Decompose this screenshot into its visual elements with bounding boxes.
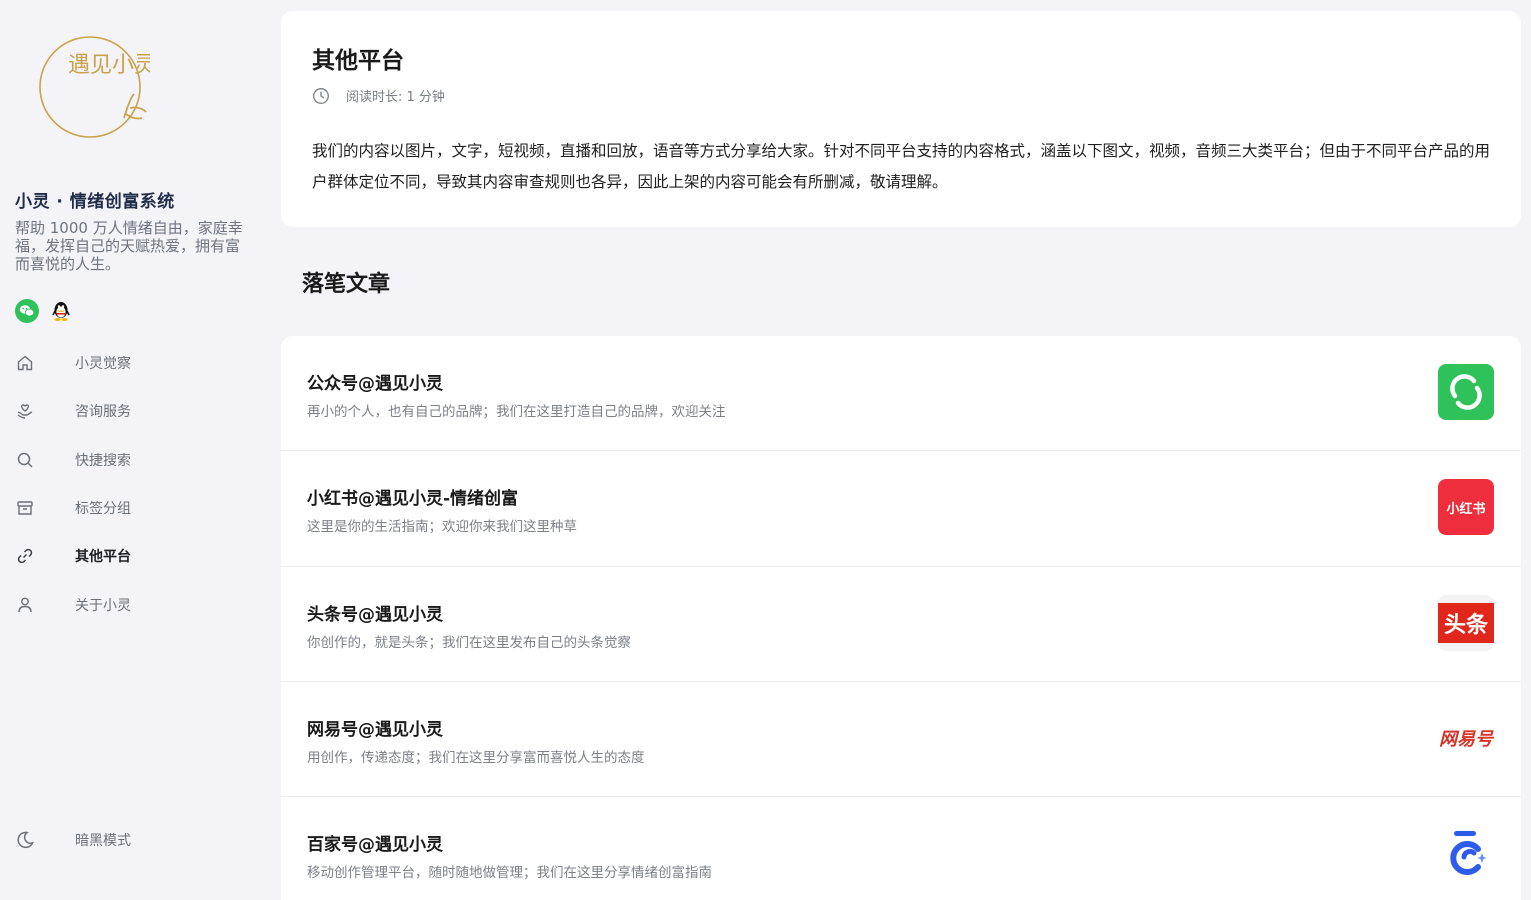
- platform-title: 公众号@遇见小灵: [307, 374, 443, 394]
- read-time: 阅读时长: 1 分钟: [312, 86, 445, 105]
- platform-title: 百家号@遇见小灵: [307, 835, 443, 856]
- platform-description: 移动创作管理平台，随时随地做管理；我们在这里分享情绪创富指南: [307, 865, 712, 882]
- intro-paragraph: 我们的内容以图片，文字，短视频，直播和回放，语音等方式分享给大家。针对不同平台支…: [312, 142, 1491, 191]
- site-logo[interactable]: 遇见小灵: [38, 36, 156, 140]
- page-title: 其他平台: [312, 48, 404, 74]
- platform-list: 公众号@遇见小灵 再小的个人，也有自己的品牌；我们在这里打造自己的品牌，欢迎关注…: [281, 336, 1521, 900]
- sidebar-item-label: 咨询服务: [75, 404, 131, 421]
- sidebar-item-awareness[interactable]: 小灵觉察: [0, 339, 262, 387]
- user-icon: [15, 595, 35, 615]
- toutiao-logo: 头条: [1438, 594, 1494, 651]
- dark-mode-label: 暗黑模式: [75, 833, 131, 849]
- heart-hand-icon: [15, 401, 35, 421]
- social-links: [15, 299, 73, 323]
- wechat-icon[interactable]: [15, 299, 39, 323]
- link-icon: [15, 546, 35, 566]
- read-time-text: 阅读时长: 1 分钟: [346, 90, 445, 105]
- platform-title: 网易号@遇见小灵: [307, 719, 443, 740]
- sidebar-item-about[interactable]: 关于小灵: [0, 580, 262, 628]
- platform-title: 头条号@遇见小灵: [307, 604, 443, 625]
- sidebar-item-tags[interactable]: 标签分组: [0, 484, 262, 532]
- netease-logo-text: 网易号: [1439, 728, 1493, 750]
- netease-logo: 网易号: [1438, 709, 1494, 766]
- sidebar-item-search[interactable]: 快捷搜索: [0, 436, 262, 484]
- list-item[interactable]: 小红书@遇见小灵-情绪创富 这里是你的生活指南；欢迎你来我们这里种草 小红书: [281, 451, 1521, 567]
- dark-mode-toggle[interactable]: 暗黑模式: [0, 816, 262, 864]
- platform-title: 小红书@遇见小灵-情绪创富: [307, 489, 519, 510]
- clock-icon: [312, 87, 330, 105]
- list-item[interactable]: 网易号@遇见小灵 用创作，传递态度；我们在这里分享富而喜悦人生的态度 网易号: [281, 682, 1521, 798]
- platform-description: 用创作，传递态度；我们在这里分享富而喜悦人生的态度: [307, 749, 645, 766]
- list-item[interactable]: 公众号@遇见小灵 再小的个人，也有自己的品牌；我们在这里打造自己的品牌，欢迎关注: [281, 336, 1521, 452]
- site-description: 帮助 1000 万人情绪自由，家庭幸福，发挥自己的天赋热爱，拥有富而喜悦的人生。: [15, 219, 243, 273]
- baijiahao-logo: [1438, 825, 1494, 882]
- search-icon: [15, 450, 35, 470]
- sidebar-item-consulting[interactable]: 咨询服务: [0, 387, 262, 435]
- logo-lettering: 遇见小灵: [68, 53, 150, 78]
- sidebar-item-label: 标签分组: [75, 501, 131, 518]
- list-item[interactable]: 头条号@遇见小灵 你创作的，就是头条；我们在这里发布自己的头条觉察 头条: [281, 567, 1521, 682]
- sidebar-item-other-platforms[interactable]: 其他平台: [0, 532, 262, 580]
- moon-icon: [15, 830, 35, 850]
- wechat-official-logo: [1438, 364, 1494, 420]
- page-header-card: 其他平台 阅读时长: 1 分钟 我们的内容以图片，文字，短视频，直播和回放，语音…: [281, 11, 1521, 227]
- qq-icon[interactable]: [49, 299, 73, 323]
- sidebar-nav: 小灵觉察 咨询服务 快捷搜索 标签分组 其他平台 关于小灵: [0, 339, 262, 629]
- sidebar: 遇见小灵 小灵 · 情绪创富系统 帮助 1000 万人情绪自由，家庭幸福，发挥自…: [0, 0, 262, 900]
- sidebar-item-label: 快捷搜索: [75, 452, 131, 469]
- platform-description: 你创作的，就是头条；我们在这里发布自己的头条觉察: [307, 634, 631, 651]
- platform-description: 再小的个人，也有自己的品牌；我们在这里打造自己的品牌，欢迎关注: [307, 404, 726, 420]
- platform-description: 这里是你的生活指南；欢迎你来我们这里种草: [307, 519, 577, 536]
- section-title: 落笔文章: [302, 272, 391, 297]
- site-title: 小灵 · 情绪创富系统: [15, 192, 175, 212]
- sidebar-item-label: 小灵觉察: [75, 356, 131, 373]
- home-icon: [15, 353, 35, 373]
- toutiao-logo-text: 头条: [1443, 612, 1488, 638]
- xiaohongshu-logo: 小红书: [1438, 479, 1494, 536]
- xiaohongshu-logo-text: 小红书: [1446, 501, 1486, 517]
- list-item[interactable]: 百家号@遇见小灵 移动创作管理平台，随时随地做管理；我们在这里分享情绪创富指南: [281, 797, 1521, 900]
- sidebar-item-label: 其他平台: [75, 549, 131, 566]
- archive-icon: [15, 498, 35, 518]
- sidebar-item-label: 关于小灵: [75, 597, 131, 614]
